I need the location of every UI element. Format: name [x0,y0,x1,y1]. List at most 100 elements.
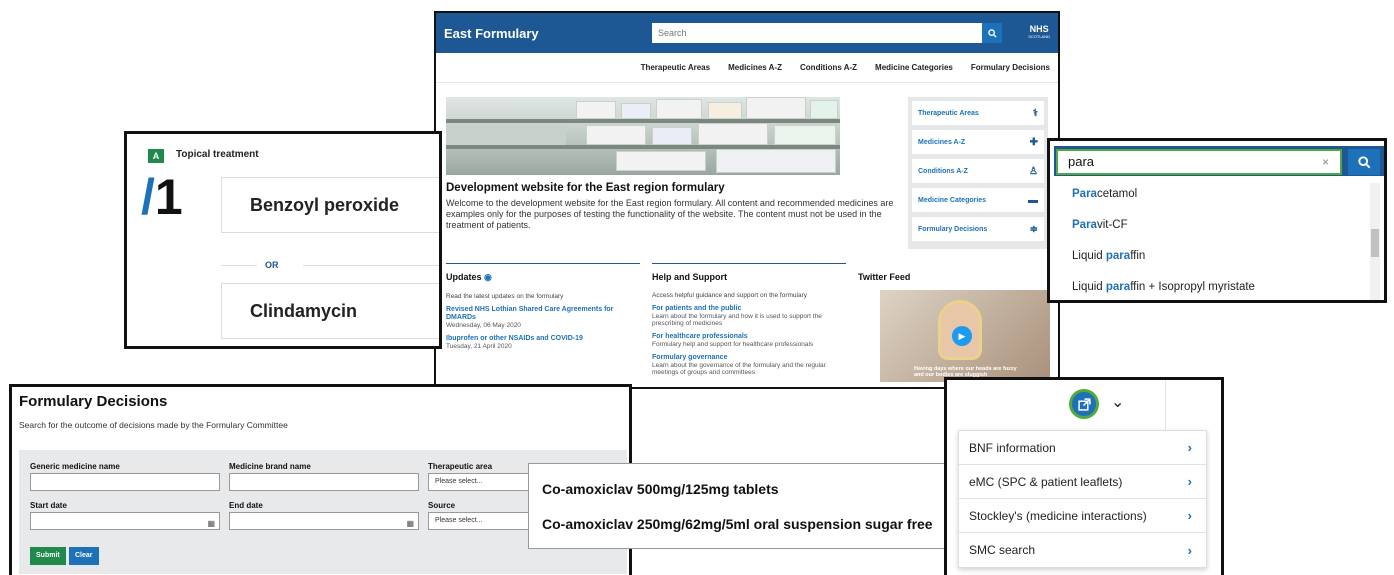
drug-option-clindamycin[interactable]: Clindamycin [221,283,439,339]
help-link[interactable]: For patients and the public [652,305,846,313]
menu-item-bnf[interactable]: BNF information › [959,431,1206,465]
chevron-down-icon[interactable]: ⌄ [1111,392,1124,412]
quick-link-medicines-az[interactable]: Medicines A-Z ✚ [912,130,1044,154]
menu-item-label: BNF information [969,440,1056,455]
update-link[interactable]: Ibuprofen or other NSAIDs and COVID-19 [446,335,640,343]
update-date: Tuesday, 21 April 2020 [446,343,512,350]
quick-links-sidebar: Therapeutic Areas ⚕ Medicines A-Z ✚ Cond… [908,97,1048,249]
info-columns: Updates ◉ Read the latest updates on the… [446,263,1052,387]
help-heading: Help and Support [652,272,727,282]
help-link[interactable]: For healthcare professionals [652,333,846,341]
calendar-icon[interactable]: ▦ [207,516,215,532]
help-column: Help and Support Access helpful guidance… [652,263,846,387]
quick-link-label: Therapeutic Areas [918,109,979,117]
chevron-right-icon: › [1187,542,1192,558]
treatment-title: Topical treatment [176,149,259,160]
external-link-icon [1077,397,1091,411]
nhs-scotland-logo[interactable]: NHS SCOTLAND [1028,25,1050,41]
menu-item-smc[interactable]: SMC search › [959,533,1206,567]
nav-therapeutic-areas[interactable]: Therapeutic Areas [641,63,711,82]
generic-name-input[interactable] [30,473,220,491]
autocomplete-option[interactable]: Paracetamol [1056,179,1368,210]
nav-medicine-categories[interactable]: Medicine Categories [875,63,953,82]
clear-search-icon[interactable]: × [1322,155,1329,169]
search-button[interactable] [982,23,1002,43]
divider [303,265,439,266]
twitter-column: Twitter Feed ▶ Having days where our hea… [858,263,1052,387]
play-icon[interactable]: ▶ [952,326,972,346]
header-search [652,23,982,43]
updates-column: Updates ◉ Read the latest updates on the… [446,263,640,387]
submit-button[interactable]: Submit [30,547,66,565]
help-link[interactable]: Formulary governance [652,354,846,362]
nav-medicines-az[interactable]: Medicines A-Z [728,63,782,82]
therapeutic-area-label: Therapeutic area [428,462,493,471]
brand-name-label: Medicine brand name [229,462,311,471]
search-button[interactable] [1348,149,1380,175]
source-label: Source [428,501,456,510]
decisions-subtitle: Search for the outcome of decisions made… [19,420,288,430]
update-link[interactable]: Revised NHS Lothian Shared Care Agreemen… [446,306,640,322]
menu-item-label: Stockley's (medicine interactions) [969,508,1147,523]
stethoscope-icon: ⚕ [1032,107,1038,119]
updates-heading[interactable]: Updates ◉ [446,272,640,283]
hero-pharmacy-image [446,97,840,175]
generic-name-label: Generic medicine name [30,462,120,471]
person-icon: ♙ [1029,165,1038,177]
quick-link-label: Conditions A-Z [918,167,968,175]
share-icon[interactable]: ↦ [892,386,899,387]
external-link-button[interactable] [1069,389,1099,419]
autocomplete-option[interactable]: Paravit-CF [1056,210,1368,241]
autocomplete-option[interactable]: Liquid paraffin [1056,241,1368,272]
help-desc: Formulary help and support for healthcar… [652,341,814,348]
start-date-input[interactable]: ▦ [30,512,220,530]
site-header: East Formulary NHS SCOTLAND [436,13,1058,53]
east-formulary-window: East Formulary NHS SCOTLAND Therapeutic … [434,11,1060,389]
divider [1165,380,1166,430]
quick-link-medicine-categories[interactable]: Medicine Categories ▬ [912,188,1044,212]
external-links-menu: BNF information › eMC (SPC & patient leaf… [958,430,1207,568]
quick-link-label: Medicines A-Z [918,138,966,146]
start-date-label: Start date [30,501,67,510]
medicine-bag-icon: ✚ [1029,136,1038,148]
quick-link-formulary-decisions[interactable]: Formulary Decisions ≑ [912,217,1044,241]
search-icon [1357,155,1370,168]
clear-button[interactable]: Clear [69,547,99,565]
like-icon[interactable]: ♡ [880,386,887,387]
divider [221,265,257,266]
nav-formulary-decisions[interactable]: Formulary Decisions [971,63,1050,82]
medicine-result-item[interactable]: Co-amoxiclav 500mg/125mg tablets [542,481,779,497]
menu-item-label: eMC (SPC & patient leaflets) [969,474,1123,489]
autocomplete-option[interactable]: Liquid paraffin + Isopropyl myristate [1056,272,1368,300]
or-separator: OR [265,260,279,270]
search-input[interactable] [652,23,982,43]
calendar-icon[interactable]: ▦ [406,516,414,532]
twitter-video[interactable]: ▶ Having days where our heads are fuzzy … [880,290,1050,382]
nav-conditions-az[interactable]: Conditions A-Z [800,63,857,82]
end-date-input[interactable]: ▦ [229,512,419,530]
twitter-heading: Twitter Feed [858,272,911,282]
quick-link-label: Formulary Decisions [918,225,988,233]
menu-item-stockleys[interactable]: Stockley's (medicine interactions) › [959,499,1206,533]
decisions-title: Formulary Decisions [19,393,168,410]
chevron-right-icon: › [1187,440,1192,455]
list-scrollbar[interactable] [1370,183,1380,300]
brand-name-input[interactable] [229,473,419,491]
medicine-result-item[interactable]: Co-amoxiclav 250mg/62mg/5ml oral suspens… [542,516,933,532]
help-desc: Learn about the governance of the formul… [652,362,826,376]
menu-item-emc[interactable]: eMC (SPC & patient leaflets) › [959,465,1206,499]
drug-option-benzoyl-peroxide[interactable]: Benzoyl peroxide [221,177,439,233]
updates-intro: Read the latest updates on the formulary [446,293,564,300]
site-brand[interactable]: East Formulary [444,26,652,41]
scrollbar-thumb[interactable] [1371,229,1379,257]
autocomplete-search-input[interactable]: para [1056,149,1342,175]
treatment-step-number: /1 [141,169,183,225]
chevron-right-icon: › [1187,474,1192,489]
update-date: Wednesday, 06 May 2020 [446,322,521,329]
medicine-results-panel: Co-amoxiclav 500mg/125mg tablets Co-amox… [528,463,948,549]
autocomplete-search-panel: para × Paracetamol Paravit-CF Liquid par… [1047,138,1387,303]
signpost-icon: ≑ [1029,223,1038,235]
help-intro: Access helpful guidance and support on t… [652,292,808,299]
quick-link-conditions-az[interactable]: Conditions A-Z ♙ [912,159,1044,183]
quick-link-therapeutic-areas[interactable]: Therapeutic Areas ⚕ [912,101,1044,125]
